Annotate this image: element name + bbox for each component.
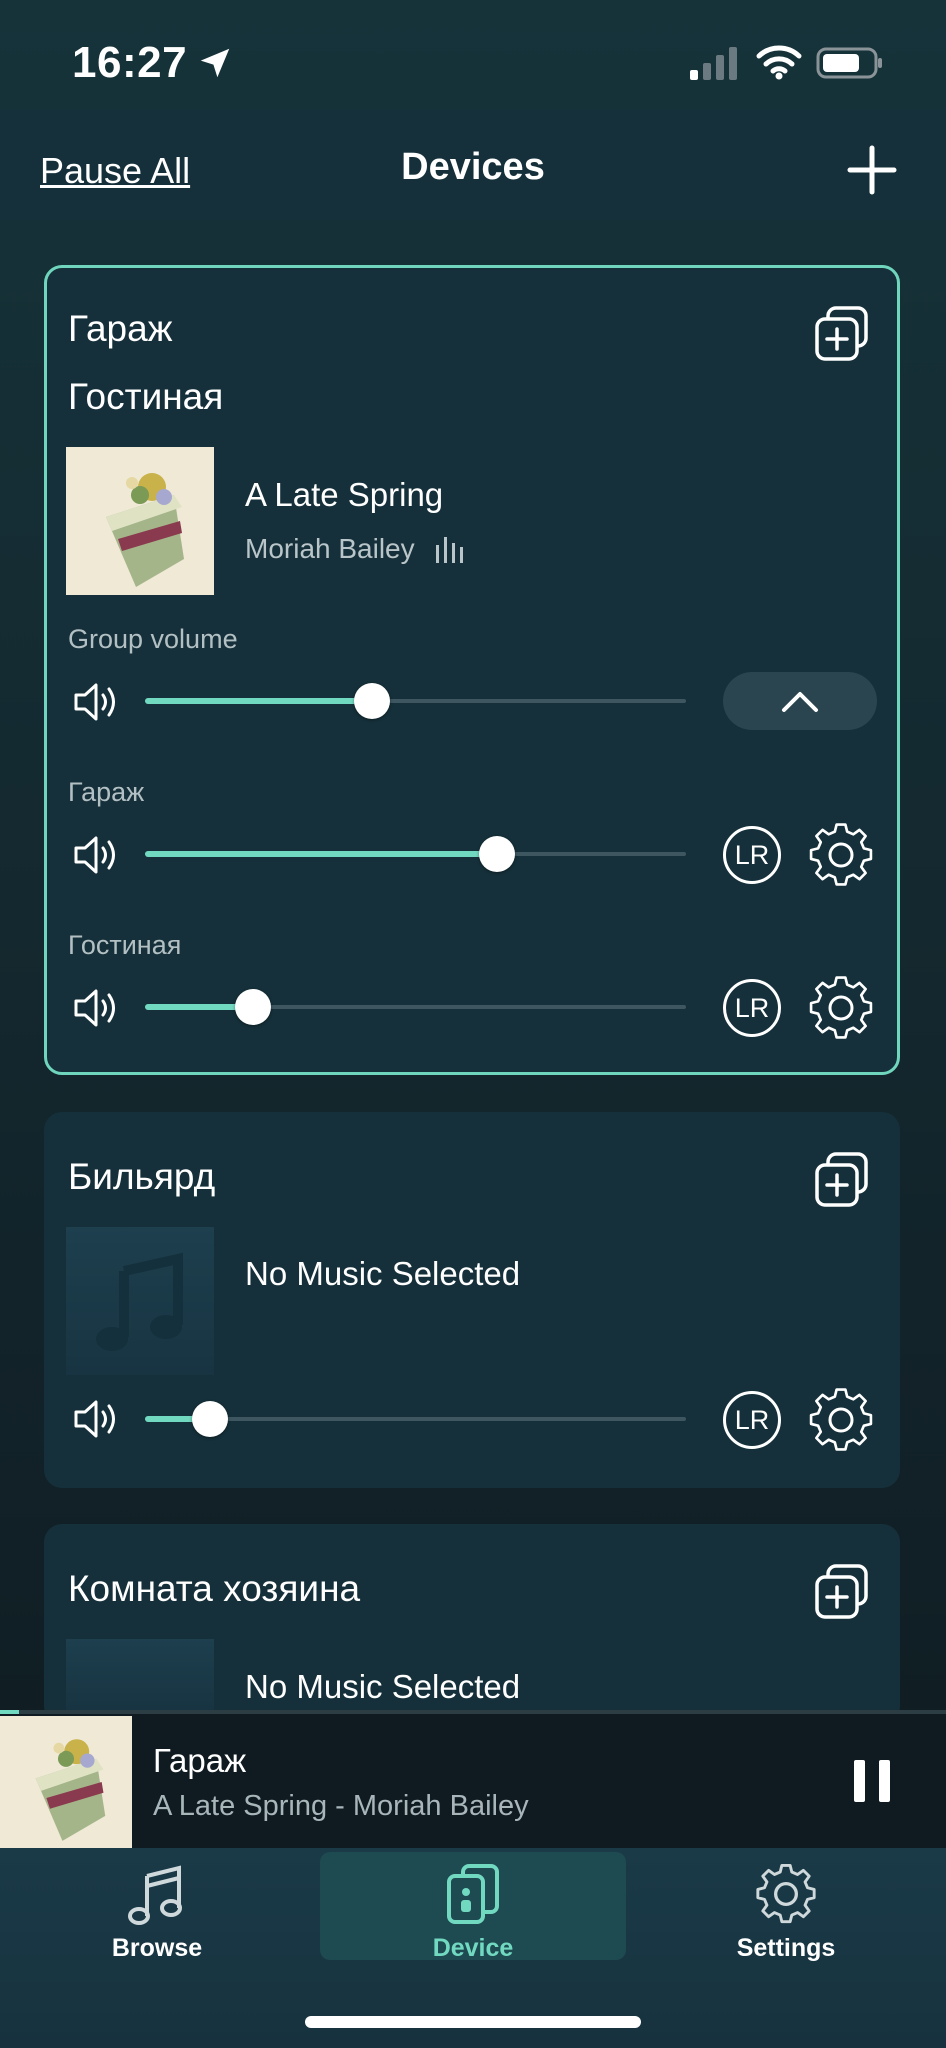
volume-speaker-icon[interactable] <box>72 986 122 1030</box>
cake-artwork-icon <box>66 447 214 595</box>
lr-button[interactable]: LR <box>723 979 781 1037</box>
gear-icon[interactable] <box>807 974 875 1042</box>
music-note-icon <box>96 1252 183 1351</box>
gear-icon <box>756 1863 816 1924</box>
now-playing-track: A Late Spring - Moriah Bailey <box>153 1790 529 1822</box>
battery-icon <box>816 47 882 79</box>
room-title-master: Комната хозяина <box>68 1568 361 1609</box>
now-playing-room: Гараж <box>153 1742 247 1779</box>
member-label-garage: Гараж <box>68 777 145 807</box>
album-art-placeholder <box>66 1639 214 1710</box>
cellular-signal-icon <box>690 47 737 80</box>
track-title: A Late Spring <box>245 476 444 513</box>
group-add-icon[interactable] <box>812 1150 872 1210</box>
gear-icon[interactable] <box>807 821 875 889</box>
member-volume-slider-garage[interactable] <box>145 834 686 874</box>
group-room-title-1: Гараж <box>68 308 173 349</box>
gear-icon[interactable] <box>807 1386 875 1454</box>
cake-artwork-icon <box>0 1716 132 1848</box>
wifi-icon <box>756 45 802 80</box>
album-art-placeholder <box>66 1227 214 1375</box>
no-music-label: No Music Selected <box>245 1668 521 1705</box>
page-title: Devices <box>401 146 545 188</box>
group-add-icon[interactable] <box>812 1562 872 1622</box>
collapse-button[interactable] <box>723 672 877 730</box>
lr-button[interactable]: LR <box>723 826 781 884</box>
no-music-label: No Music Selected <box>245 1255 521 1292</box>
group-volume-slider[interactable] <box>145 681 686 721</box>
volume-speaker-icon[interactable] <box>72 833 122 877</box>
group-add-icon[interactable] <box>812 304 872 364</box>
chevron-up-icon <box>782 692 818 712</box>
member-volume-slider-living[interactable] <box>145 987 686 1027</box>
track-artist: Moriah Bailey <box>245 533 415 564</box>
album-art[interactable] <box>66 447 214 595</box>
now-playing-art[interactable] <box>0 1716 132 1848</box>
group-room-title-2: Гостиная <box>68 376 224 417</box>
tab-settings[interactable]: Settings <box>633 1852 939 1962</box>
tab-device[interactable]: Device <box>320 1852 626 1962</box>
room-title-billiard: Бильярд <box>68 1156 216 1197</box>
music-note-icon <box>128 1865 182 1925</box>
now-playing-progress <box>0 1710 946 1714</box>
home-indicator <box>305 2016 641 2028</box>
add-device-icon[interactable] <box>846 144 898 196</box>
lr-button[interactable]: LR <box>723 1391 781 1449</box>
tab-label: Settings <box>736 1934 836 1962</box>
tab-label: Browse <box>111 1934 203 1962</box>
now-playing-progress-fill <box>0 1710 19 1714</box>
now-playing-bar[interactable] <box>0 1712 946 1848</box>
volume-speaker-icon[interactable] <box>72 680 122 724</box>
tab-label: Device <box>432 1934 514 1962</box>
location-arrow-icon <box>200 48 230 78</box>
tab-browse[interactable]: Browse <box>4 1852 310 1962</box>
pause-icon[interactable] <box>852 1758 892 1804</box>
speaker-icon <box>447 1864 499 1924</box>
volume-slider-billiard[interactable] <box>145 1399 686 1439</box>
status-time: 16:27 <box>72 38 188 87</box>
group-volume-label: Group volume <box>68 624 238 654</box>
playing-bars-icon <box>436 537 463 563</box>
volume-speaker-icon[interactable] <box>72 1397 122 1441</box>
member-label-living: Гостиная <box>68 930 182 960</box>
